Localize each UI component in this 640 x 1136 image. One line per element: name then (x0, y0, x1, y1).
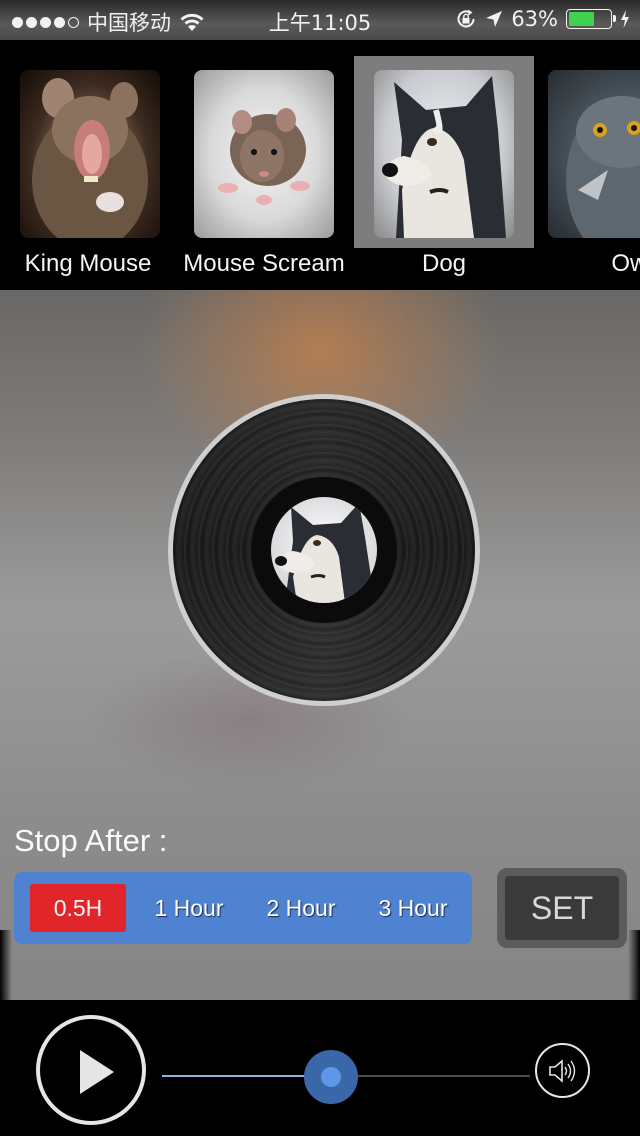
mouse-scream-image (194, 70, 334, 238)
sound-label: Dog (421, 250, 467, 277)
sound-item-mouse-scream[interactable]: Mouse Scream (176, 40, 352, 290)
battery-icon (566, 9, 616, 29)
sound-item-owl[interactable]: Owl (530, 40, 640, 290)
player-controls (0, 1000, 640, 1136)
record-label-dog-image (271, 497, 377, 603)
vinyl-record[interactable] (168, 394, 480, 706)
record-disc (173, 399, 475, 701)
battery-fill (569, 12, 595, 26)
timer-option-2-hour[interactable]: 2 Hour (252, 884, 350, 932)
king-mouse-image (20, 70, 160, 238)
stop-after-label: Stop After : (14, 823, 168, 858)
dog-image (374, 70, 514, 238)
timer-option-0-5h[interactable]: 0.5H (30, 884, 126, 932)
slider-thumb[interactable] (304, 1050, 359, 1104)
sound-item-king-mouse[interactable]: King Mouse (0, 40, 176, 290)
sound-label: Mouse Scream (183, 250, 345, 277)
timer-option-1-hour[interactable]: 1 Hour (140, 884, 238, 932)
sound-label: King Mouse (24, 250, 152, 277)
wifi-icon (180, 13, 204, 31)
play-button[interactable] (36, 1015, 146, 1125)
volume-button[interactable] (535, 1043, 590, 1098)
player-background: Stop After : 0.5H 1 Hour 2 Hour 3 Hour S… (0, 290, 640, 1000)
sound-carousel[interactable]: King Mouse Mouse Scream Dog Ow (0, 40, 640, 290)
speaker-icon (548, 1058, 575, 1083)
location-arrow-icon (486, 11, 503, 27)
progress-slider[interactable] (162, 1050, 530, 1104)
rotation-lock-icon (457, 9, 475, 28)
carrier-name: 中国移动 (87, 11, 171, 35)
signal-strength-icon (12, 16, 79, 28)
sound-label: Owl (611, 250, 640, 277)
status-bar: 中国移动 上午11:05 63% (0, 0, 640, 40)
sound-item-dog[interactable]: Dog (354, 40, 534, 290)
timer-option-3-hour[interactable]: 3 Hour (364, 884, 462, 932)
play-icon (80, 1050, 114, 1094)
owl-image (548, 70, 640, 238)
bolt-icon (621, 10, 629, 28)
battery-percent: 63% (511, 7, 558, 31)
